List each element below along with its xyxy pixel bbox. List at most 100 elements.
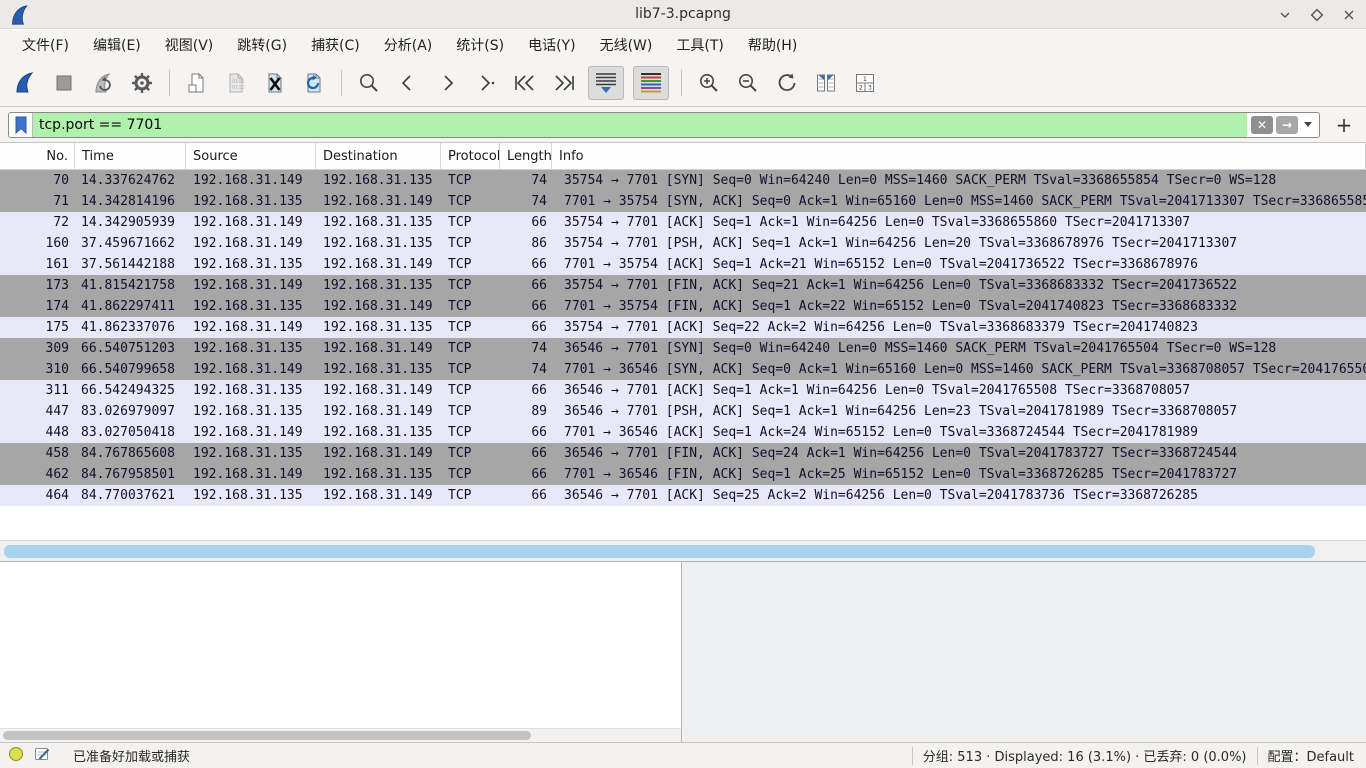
reload-file-button[interactable] <box>299 66 329 100</box>
menu-item-2[interactable]: 视图(V) <box>155 31 224 59</box>
menu-item-7[interactable]: 电话(Y) <box>518 31 585 59</box>
table-row[interactable]: 7214.342905939192.168.31.149192.168.31.1… <box>0 212 1366 233</box>
cell-time: 66.540751203 <box>75 338 186 359</box>
cell-no: 174 <box>0 296 75 317</box>
menu-item-8[interactable]: 无线(W) <box>590 31 663 59</box>
menu-item-1[interactable]: 编辑(E) <box>83 31 151 59</box>
restart-capture-button[interactable] <box>88 66 118 100</box>
capture-status-icon[interactable] <box>8 746 24 766</box>
filter-bookmark-icon[interactable] <box>9 113 33 137</box>
menu-item-3[interactable]: 跳转(G) <box>227 31 297 59</box>
go-to-packet-button[interactable] <box>471 66 501 100</box>
cell-source: 192.168.31.149 <box>186 275 316 296</box>
close-icon[interactable] <box>1340 6 1358 24</box>
find-packet-button[interactable] <box>354 66 384 100</box>
profile-text[interactable]: 配置：Default <box>1268 746 1355 765</box>
column-header-length[interactable]: Length <box>500 143 552 170</box>
filter-dropdown-arrow[interactable] <box>1304 122 1312 127</box>
window-title: lib7-3.pcapng <box>0 6 1366 22</box>
cell-length: 74 <box>500 170 552 191</box>
details-hscrollbar[interactable] <box>0 728 681 742</box>
gear-icon <box>130 71 154 95</box>
table-row[interactable]: 17441.862297411192.168.31.135192.168.31.… <box>0 296 1366 317</box>
auto-scroll-toggle[interactable] <box>588 66 624 100</box>
packet-list-hscrollbar[interactable] <box>0 540 1366 561</box>
column-header-source[interactable]: Source <box>186 143 316 170</box>
search-icon <box>357 71 381 95</box>
cell-destination: 192.168.31.135 <box>316 212 441 233</box>
close-file-button[interactable] <box>260 66 290 100</box>
cell-time: 83.027050418 <box>75 422 186 443</box>
packet-details-pane <box>0 562 682 742</box>
zoom-reset-button[interactable] <box>772 66 802 100</box>
table-row[interactable]: 31066.540799658192.168.31.149192.168.31.… <box>0 359 1366 380</box>
cell-source: 192.168.31.135 <box>186 485 316 506</box>
menu-item-4[interactable]: 捕获(C) <box>301 31 370 59</box>
capture-options-button[interactable] <box>127 66 157 100</box>
resize-columns-button[interactable] <box>811 66 841 100</box>
menu-item-0[interactable]: 文件(F) <box>12 31 79 59</box>
cell-info: 35754 → 7701 [ACK] Seq=22 Ack=2 Win=6425… <box>552 317 1366 338</box>
save-file-button[interactable]: 01010110 <box>221 66 251 100</box>
column-header-protocol[interactable]: Protocol <box>441 143 500 170</box>
stop-capture-button[interactable] <box>49 66 79 100</box>
cell-length: 74 <box>500 191 552 212</box>
cell-no: 72 <box>0 212 75 233</box>
table-row[interactable]: 31166.542494325192.168.31.135192.168.31.… <box>0 380 1366 401</box>
table-row[interactable]: 44883.027050418192.168.31.149192.168.31.… <box>0 422 1366 443</box>
column-header-no[interactable]: No. <box>0 143 75 170</box>
cell-time: 14.342905939 <box>75 212 186 233</box>
cell-info: 36546 → 7701 [SYN] Seq=0 Win=64240 Len=0… <box>552 338 1366 359</box>
cell-no: 448 <box>0 422 75 443</box>
filter-apply-button[interactable]: → <box>1276 116 1298 134</box>
menu-item-9[interactable]: 工具(T) <box>666 31 733 59</box>
column-header-time[interactable]: Time <box>75 143 186 170</box>
menu-item-6[interactable]: 统计(S) <box>446 31 514 59</box>
layout-button[interactable]: 123 <box>850 66 880 100</box>
filter-input[interactable] <box>33 113 1247 137</box>
column-header-info[interactable]: Info <box>552 143 1366 170</box>
table-row[interactable]: 16037.459671662192.168.31.149192.168.31.… <box>0 233 1366 254</box>
packet-rows: 7014.337624762192.168.31.149192.168.31.1… <box>0 170 1366 506</box>
zoom-in-button[interactable] <box>694 66 724 100</box>
go-back-button[interactable] <box>393 66 423 100</box>
open-file-button[interactable] <box>182 66 212 100</box>
cell-source: 192.168.31.135 <box>186 401 316 422</box>
scrollbar-thumb[interactable] <box>4 545 1315 558</box>
cell-time: 14.342814196 <box>75 191 186 212</box>
table-row[interactable]: 7014.337624762192.168.31.149192.168.31.1… <box>0 170 1366 191</box>
menu-item-5[interactable]: 分析(A) <box>374 31 443 59</box>
expert-info-icon[interactable] <box>34 746 51 766</box>
maximize-icon[interactable] <box>1308 6 1326 24</box>
minimize-icon[interactable] <box>1276 6 1294 24</box>
go-first-button[interactable] <box>510 66 540 100</box>
start-capture-button[interactable] <box>10 66 40 100</box>
menu-item-10[interactable]: 帮助(H) <box>738 31 807 59</box>
column-header-destination[interactable]: Destination <box>316 143 441 170</box>
cell-info: 36546 → 7701 [ACK] Seq=25 Ack=2 Win=6425… <box>552 485 1366 506</box>
filter-add-button[interactable]: + <box>1330 111 1358 139</box>
table-row[interactable]: 30966.540751203192.168.31.135192.168.31.… <box>0 338 1366 359</box>
cell-protocol: TCP <box>441 275 500 296</box>
scrollbar-thumb[interactable] <box>3 731 531 740</box>
table-row[interactable]: 45884.767865608192.168.31.135192.168.31.… <box>0 443 1366 464</box>
table-row[interactable]: 16137.561442188192.168.31.135192.168.31.… <box>0 254 1366 275</box>
table-row[interactable]: 44783.026979097192.168.31.135192.168.31.… <box>0 401 1366 422</box>
filter-clear-button[interactable]: ✕ <box>1251 116 1273 134</box>
cell-no: 161 <box>0 254 75 275</box>
go-last-button[interactable] <box>549 66 579 100</box>
colorize-toggle[interactable] <box>633 66 669 100</box>
cell-protocol: TCP <box>441 422 500 443</box>
cell-info: 35754 → 7701 [PSH, ACK] Seq=1 Ack=1 Win=… <box>552 233 1366 254</box>
table-row[interactable]: 46484.770037621192.168.31.135192.168.31.… <box>0 485 1366 506</box>
zoom-out-button[interactable] <box>733 66 763 100</box>
table-row[interactable]: 46284.767958501192.168.31.149192.168.31.… <box>0 464 1366 485</box>
go-forward-button[interactable] <box>432 66 462 100</box>
cell-time: 84.767865608 <box>75 443 186 464</box>
cell-protocol: TCP <box>441 191 500 212</box>
table-row[interactable]: 7114.342814196192.168.31.135192.168.31.1… <box>0 191 1366 212</box>
cell-destination: 192.168.31.149 <box>316 443 441 464</box>
table-row[interactable]: 17341.815421758192.168.31.149192.168.31.… <box>0 275 1366 296</box>
cell-source: 192.168.31.149 <box>186 233 316 254</box>
table-row[interactable]: 17541.862337076192.168.31.149192.168.31.… <box>0 317 1366 338</box>
